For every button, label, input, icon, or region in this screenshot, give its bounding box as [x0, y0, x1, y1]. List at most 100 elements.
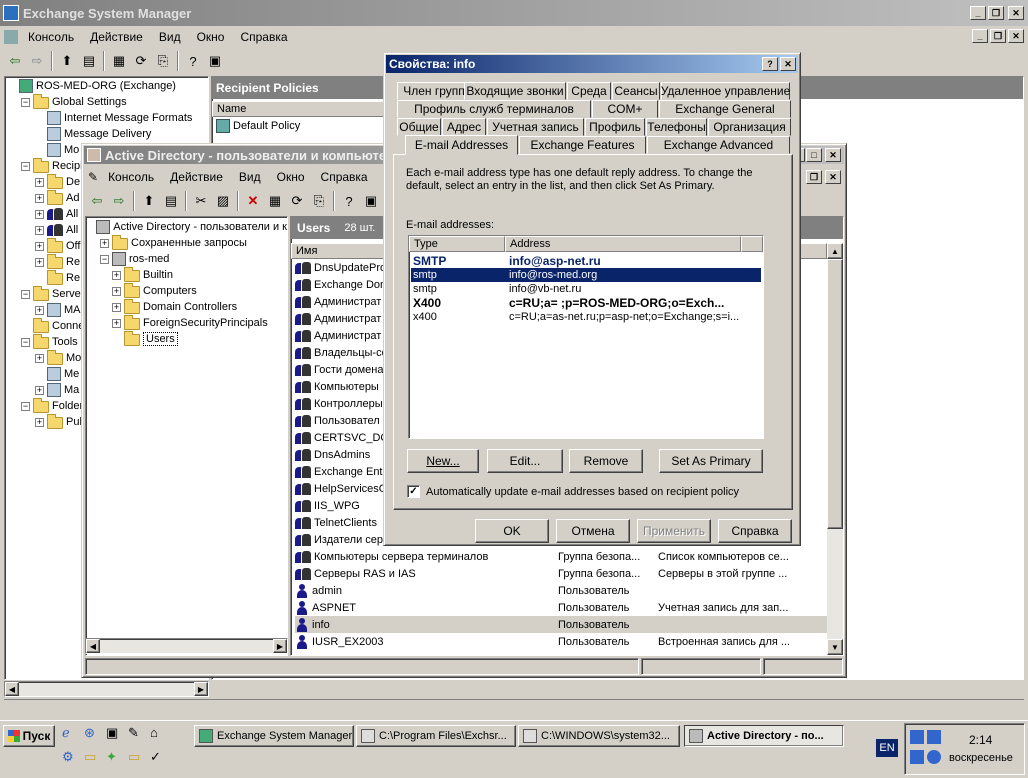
- tool-icon[interactable]: ✎: [128, 725, 150, 749]
- expand-icon[interactable]: +: [35, 193, 44, 203]
- email-address-row[interactable]: SMTP info@asp-net.ru: [411, 254, 761, 268]
- ad-list-row[interactable]: info Пользователь: [295, 616, 843, 633]
- scroll-right-icon[interactable]: ▶: [273, 639, 287, 653]
- esm-col-name[interactable]: Name: [212, 101, 392, 117]
- search-tray-icon[interactable]: [910, 750, 924, 764]
- expand-icon[interactable]: +: [112, 270, 121, 280]
- cut-icon[interactable]: ✂: [190, 190, 212, 212]
- plugin-icon[interactable]: ✦: [106, 749, 128, 773]
- ad-list-row[interactable]: IUSR_EX2003 Пользователь Встроенная запись…: [295, 633, 843, 650]
- esm-menu-console[interactable]: Консоль: [28, 30, 74, 44]
- edit-address-button[interactable]: Edit...: [487, 449, 563, 473]
- tab-row3-1[interactable]: Адрес: [442, 118, 486, 136]
- ad-tree-hscroll[interactable]: ◀ ▶: [85, 638, 288, 654]
- scroll-left-icon[interactable]: ◀: [5, 682, 19, 696]
- esm-tree-item[interactable]: − Global Settings: [7, 94, 208, 110]
- taskbar-item[interactable]: Active Directory - по...: [684, 725, 844, 747]
- esm-tree-hscroll[interactable]: ◀ ▶: [4, 681, 209, 697]
- clock-time[interactable]: 2:14: [969, 733, 992, 747]
- esm-tree-item[interactable]: Internet Message Formats: [7, 110, 208, 126]
- help-button[interactable]: Справка: [718, 519, 792, 543]
- scroll-left-icon[interactable]: ◀: [86, 639, 100, 653]
- esm-menu-action[interactable]: Действие: [90, 30, 143, 44]
- expand-icon[interactable]: +: [35, 353, 44, 363]
- properties-icon[interactable]: ▦: [264, 190, 286, 212]
- expand-icon[interactable]: +: [35, 257, 44, 267]
- ad-tree-item[interactable]: + Domain Controllers: [88, 299, 287, 315]
- email-address-row[interactable]: smtp info@ros-med.org: [411, 268, 761, 282]
- tab-row1-0[interactable]: Член групп: [397, 82, 471, 100]
- scroll-down-icon[interactable]: ▼: [827, 639, 843, 655]
- globe-tray-icon[interactable]: [927, 750, 941, 764]
- help-icon[interactable]: ?: [182, 50, 204, 72]
- start-button[interactable]: Пуск: [3, 725, 55, 747]
- tab-row3-3[interactable]: Профиль: [585, 118, 645, 136]
- taskbar-item[interactable]: Exchange System Manager: [194, 725, 354, 747]
- ad-tree-item[interactable]: + ForeignSecurityPrincipals: [88, 315, 287, 331]
- snapin-icon[interactable]: ▣: [204, 50, 226, 72]
- export-icon[interactable]: ⎘: [152, 50, 174, 72]
- tab-row3-5[interactable]: Организация: [708, 118, 791, 136]
- ad-menu-help[interactable]: Справка: [321, 170, 368, 184]
- tab-row2-1[interactable]: COM+: [592, 100, 658, 118]
- back-arrow-icon[interactable]: ⇦: [86, 190, 108, 212]
- refresh-icon[interactable]: ⟳: [130, 50, 152, 72]
- ad-tree-item[interactable]: + Builtin: [88, 267, 287, 283]
- expand-icon[interactable]: −: [21, 97, 30, 107]
- new-address-button[interactable]: New...: [407, 449, 479, 473]
- help-icon[interactable]: ?: [338, 190, 360, 212]
- expand-icon[interactable]: −: [21, 289, 30, 299]
- properties-icon[interactable]: ▦: [108, 50, 130, 72]
- delete-icon[interactable]: ✕: [242, 190, 264, 212]
- auto-update-checkbox[interactable]: ✓: [407, 485, 420, 498]
- esm-minimize-button[interactable]: _: [970, 6, 986, 20]
- expand-icon[interactable]: +: [35, 209, 44, 219]
- ad-list-row[interactable]: admin Пользователь: [295, 582, 843, 599]
- ad-tree-item[interactable]: + Computers: [88, 283, 287, 299]
- expand-icon[interactable]: +: [35, 305, 44, 315]
- scroll-up-icon[interactable]: ▲: [827, 243, 843, 259]
- expand-icon[interactable]: +: [35, 417, 44, 427]
- email-col-address[interactable]: Address: [505, 236, 741, 252]
- ad-menu-console[interactable]: Консоль: [108, 170, 154, 184]
- folder-icon[interactable]: ▭: [84, 749, 106, 773]
- esm-tree-item[interactable]: ROS-MED-ORG (Exchange): [7, 78, 208, 94]
- expand-icon[interactable]: +: [112, 318, 121, 328]
- expand-icon[interactable]: +: [100, 238, 109, 248]
- ad-maximize-button[interactable]: □: [806, 148, 822, 162]
- ad-menu-action[interactable]: Действие: [170, 170, 223, 184]
- esm-child-restore-button[interactable]: ❐: [990, 29, 1006, 43]
- tab-row1-3[interactable]: Сеансы: [612, 82, 660, 100]
- tab-row4-1[interactable]: Exchange Features: [519, 136, 646, 154]
- esm-menu-help[interactable]: Справка: [240, 30, 287, 44]
- expand-icon[interactable]: +: [112, 302, 121, 312]
- expand-icon[interactable]: +: [35, 177, 44, 187]
- tab-row1-1[interactable]: Входящие звонки: [464, 82, 566, 100]
- tab-row3-0[interactable]: Общие: [397, 118, 441, 136]
- network-tray-icon[interactable]: [910, 730, 924, 744]
- email-address-row[interactable]: x400 c=RU;a=as-net.ru;p=asp-net;o=Exchang…: [411, 310, 761, 324]
- email-col-extra[interactable]: [741, 236, 763, 252]
- ie-icon[interactable]: ℯ: [62, 725, 84, 749]
- tab-row3-4[interactable]: Телефоны: [646, 118, 707, 136]
- ad-list-row[interactable]: Серверы RAS и IAS Группа безопа... Серверы…: [295, 565, 843, 582]
- ad-child-close-button[interactable]: ✕: [825, 170, 841, 184]
- tab-row4-2[interactable]: Exchange Advanced: [647, 136, 790, 154]
- esm-close-button[interactable]: ✕: [1008, 6, 1024, 20]
- media-icon[interactable]: ▣: [106, 725, 128, 749]
- esm-child-close-button[interactable]: ✕: [1008, 29, 1024, 43]
- esm-menu-view[interactable]: Вид: [159, 30, 181, 44]
- back-arrow-icon[interactable]: ⇦: [4, 50, 26, 72]
- tab-row1-4[interactable]: Удаленное управление: [661, 82, 790, 100]
- tab-row2-2[interactable]: Exchange General: [659, 100, 791, 118]
- ad-child-restore-button[interactable]: ❐: [806, 170, 822, 184]
- up-folder-icon[interactable]: ⬆: [56, 50, 78, 72]
- esm-menu-window[interactable]: Окно: [197, 30, 225, 44]
- forward-arrow-icon[interactable]: ⇨: [108, 190, 130, 212]
- expand-icon[interactable]: −: [100, 254, 109, 264]
- export-icon[interactable]: ⎘: [308, 190, 330, 212]
- ad-menu-view[interactable]: Вид: [239, 170, 261, 184]
- paste-icon[interactable]: ▨: [212, 190, 234, 212]
- taskbar-item[interactable]: C:\WINDOWS\system32...: [518, 725, 680, 747]
- setup-icon[interactable]: ⚙: [62, 749, 84, 773]
